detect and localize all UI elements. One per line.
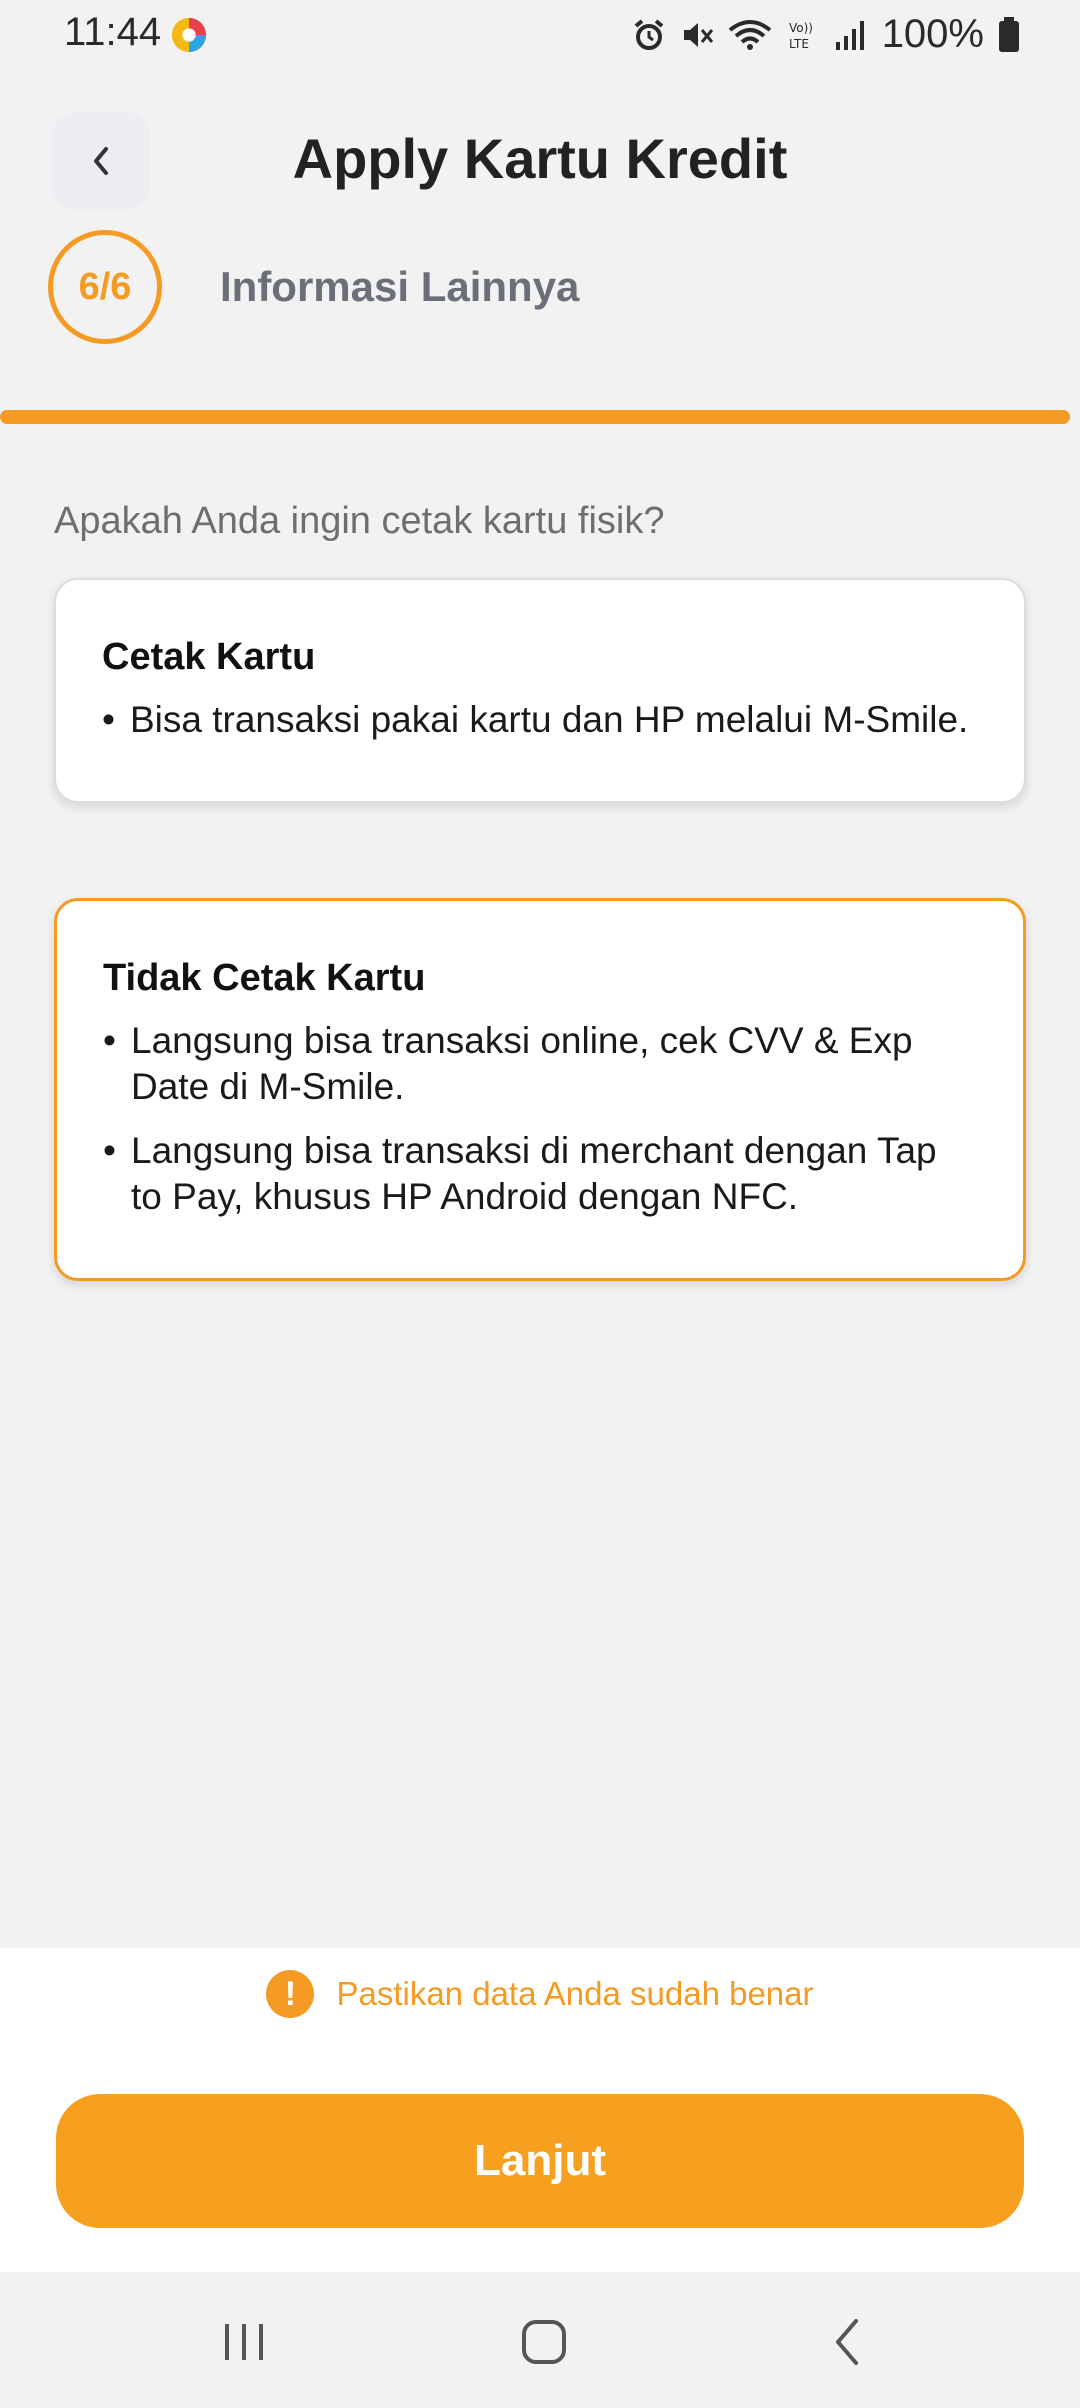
progress-bar — [0, 410, 1070, 424]
bullet-icon: • — [102, 699, 115, 740]
warning-icon: ! — [266, 1970, 315, 2018]
svg-text:Vo)): Vo)) — [789, 21, 813, 35]
notice-text: Pastikan data Anda sudah benar — [336, 1975, 814, 2012]
mute-icon — [683, 22, 713, 47]
option-title: Cetak Kartu — [102, 636, 316, 678]
option-title: Tidak Cetak Kartu — [103, 957, 426, 999]
option-card-cetak-kartu[interactable]: Cetak Kartu • Bisa transaksi pakai kartu… — [54, 578, 1026, 803]
svg-text:LTE: LTE — [789, 37, 809, 51]
option-bullet-text: Langsung bisa transaksi di merchant deng… — [131, 1130, 937, 1217]
step-indicator: 6/6 — [48, 230, 162, 344]
option-card-tidak-cetak-kartu[interactable]: Tidak Cetak Kartu • Langsung bisa transa… — [54, 898, 1026, 1281]
battery-percentage: 100% — [881, 12, 984, 56]
lanjut-button[interactable]: Lanjut — [56, 2094, 1024, 2228]
status-icons: Vo)) LTE 100% — [632, 12, 1020, 57]
status-bar: 11:44 Vo)) LTE 100% — [0, 0, 1080, 70]
option-bullet: • Langsung bisa transaksi di merchant de… — [103, 1128, 977, 1220]
wifi-icon — [728, 19, 771, 50]
option-bullet: • Langsung bisa transaksi online, cek CV… — [103, 1018, 977, 1110]
home-button[interactable] — [514, 2312, 574, 2372]
home-icon — [522, 2320, 566, 2364]
option-bullet-text: Langsung bisa transaksi online, cek CVV … — [131, 1020, 913, 1107]
chevron-left-icon — [836, 2319, 858, 2365]
option-bullet-text: Bisa transaksi pakai kartu dan HP melalu… — [130, 699, 969, 740]
app-notification-icon — [171, 17, 207, 53]
alarm-icon — [634, 18, 663, 50]
option-bullet: • Bisa transaksi pakai kartu dan HP mela… — [102, 697, 978, 743]
signal-icon — [835, 20, 864, 50]
step-title: Informasi Lainnya — [220, 263, 580, 310]
volte-icon: Vo)) LTE — [789, 21, 813, 51]
status-time: 11:44 — [64, 10, 162, 54]
system-back-button[interactable] — [818, 2312, 878, 2372]
bullet-icon: • — [103, 1020, 116, 1061]
battery-icon — [999, 16, 1019, 52]
bullet-icon: • — [103, 1130, 116, 1171]
question-text: Apakah Anda ingin cetak kartu fisik? — [54, 500, 665, 542]
recent-apps-icon — [225, 2324, 263, 2360]
recent-apps-button[interactable] — [214, 2312, 274, 2372]
progress-fill — [0, 410, 1070, 424]
navigation-bar — [0, 2272, 1080, 2408]
notice: ! Pastikan data Anda sudah benar — [0, 1970, 1080, 2018]
page-title: Apply Kartu Kredit — [292, 127, 788, 190]
